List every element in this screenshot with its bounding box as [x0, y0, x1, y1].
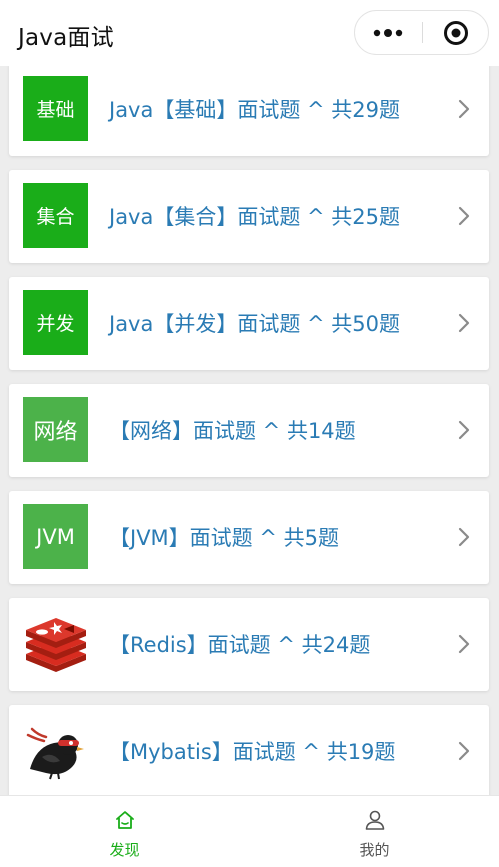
- close-button[interactable]: [423, 11, 489, 54]
- title-bar: Java面试: [0, 0, 499, 66]
- list-item-label: 【JVM】面试题 ^ 共5题: [109, 526, 339, 550]
- chevron-right-icon: [458, 527, 470, 547]
- basics-icon: 基础: [23, 76, 88, 141]
- list-item-label: 【Redis】面试题 ^ 共24题: [109, 633, 371, 657]
- chevron-right-icon: [458, 206, 470, 226]
- category-list: 基础 Java【基础】面试题 ^ 共29题 集合 Java【集合】面试题 ^ 共…: [0, 66, 499, 795]
- target-close-icon: [444, 20, 468, 45]
- user-icon: [365, 810, 384, 830]
- chevron-right-icon: [458, 420, 470, 440]
- mini-program-page: Java面试 基础 Java【基础】面试题 ^ 共29题 集合 Java【集合】…: [0, 0, 499, 867]
- more-button[interactable]: [355, 11, 421, 54]
- list-item-label: Java【基础】面试题 ^ 共29题: [109, 98, 401, 122]
- redis-logo-icon: [23, 611, 88, 676]
- list-item-label: Java【集合】面试题 ^ 共25题: [109, 205, 401, 229]
- more-dots-icon: [373, 28, 403, 37]
- home-icon: [115, 811, 134, 829]
- tab-discover[interactable]: 发现: [0, 796, 249, 867]
- list-item-label: 【Mybatis】面试题 ^ 共19题: [109, 740, 396, 764]
- list-item-network[interactable]: 网络 【网络】面试题 ^ 共14题: [9, 384, 489, 477]
- list-item-mybatis[interactable]: 【Mybatis】面试题 ^ 共19题: [9, 705, 489, 795]
- mybatis-bird-icon: [23, 718, 88, 783]
- list-item-java-basics[interactable]: 基础 Java【基础】面试题 ^ 共29题: [9, 66, 489, 156]
- chevron-right-icon: [458, 313, 470, 333]
- chevron-right-icon: [458, 99, 470, 119]
- concurrency-icon: 并发: [23, 290, 88, 355]
- chevron-right-icon: [458, 634, 470, 654]
- tab-label: 发现: [109, 841, 140, 859]
- page-title: Java面试: [18, 25, 114, 51]
- collections-icon: 集合: [23, 183, 88, 248]
- jvm-icon: JVM: [23, 504, 88, 569]
- list-item-label: Java【并发】面试题 ^ 共50题: [109, 312, 401, 336]
- network-icon: 网络: [23, 397, 88, 462]
- list-item-redis[interactable]: 【Redis】面试题 ^ 共24题: [9, 598, 489, 691]
- list-item-java-concurrency[interactable]: 并发 Java【并发】面试题 ^ 共50题: [9, 277, 489, 370]
- list-item-java-collections[interactable]: 集合 Java【集合】面试题 ^ 共25题: [9, 170, 489, 263]
- list-item-label: 【网络】面试题 ^ 共14题: [109, 419, 356, 443]
- capsule-menu: [354, 10, 489, 55]
- list-item-jvm[interactable]: JVM 【JVM】面试题 ^ 共5题: [9, 491, 489, 584]
- tab-label: 我的: [359, 841, 390, 859]
- tab-mine[interactable]: 我的: [250, 796, 499, 867]
- tab-bar: 发现 我的: [0, 795, 499, 867]
- chevron-right-icon: [458, 741, 470, 761]
